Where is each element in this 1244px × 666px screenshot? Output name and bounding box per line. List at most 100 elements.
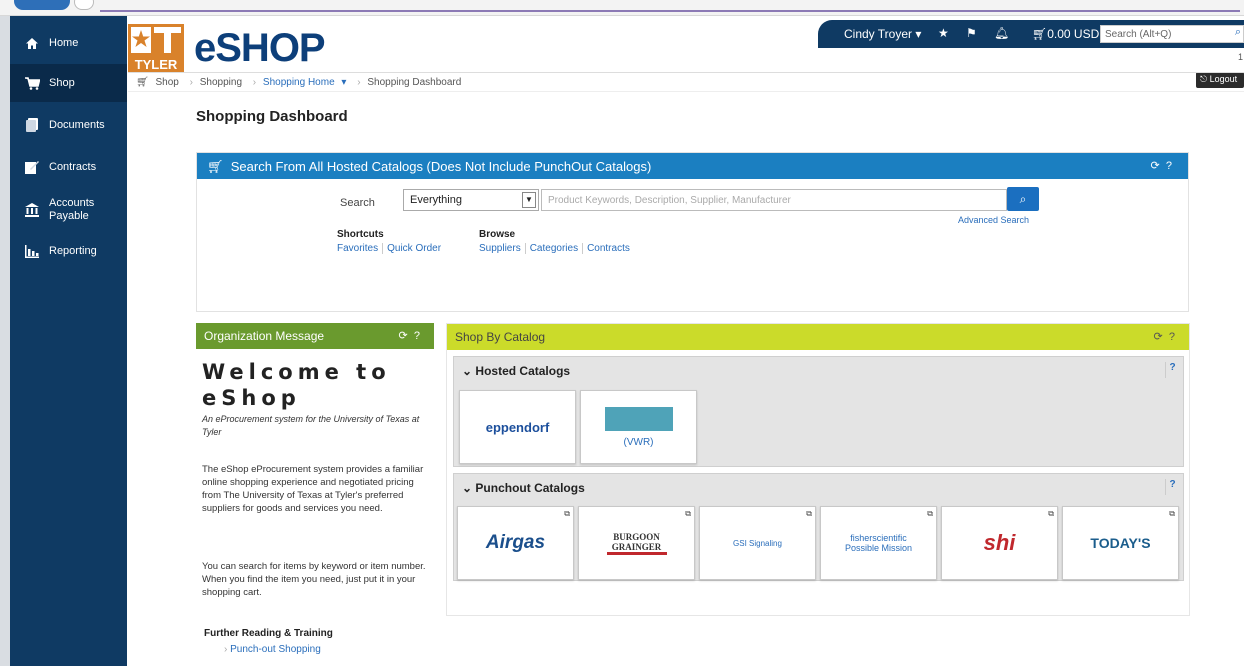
cart-icon: 🛒︎ xyxy=(1032,27,1048,41)
breadcrumb-shopping-home[interactable]: Shopping Home ▾ xyxy=(263,77,347,88)
refresh-icon[interactable]: ⟳ xyxy=(1151,160,1160,172)
browser-tab-pill[interactable] xyxy=(14,0,70,10)
cart-icon: 🛒︎ xyxy=(207,159,224,174)
breadcrumb-shopping-home-label: Shopping Home xyxy=(262,77,335,88)
punchout-icon: ⧉ xyxy=(806,509,812,518)
punchout-icon: ⧉ xyxy=(1169,509,1175,518)
global-search-input[interactable]: Search (Alt+Q) ⌕ xyxy=(1100,25,1244,43)
catalog-tile-shi[interactable]: ⧉ shi xyxy=(941,506,1058,580)
shop-by-catalog-panel: Shop By Catalog ⟳ ? ⌄ Hosted Catalogs? e… xyxy=(446,323,1190,616)
welcome-subtitle: An eProcurement system for the Universit… xyxy=(202,414,420,437)
refresh-icon[interactable]: ⟳ xyxy=(1154,331,1163,343)
help-icon[interactable]: ? xyxy=(1165,362,1179,378)
sidebar-item-label: Accounts Payable xyxy=(49,197,95,222)
airgas-logo: Airgas xyxy=(485,532,546,553)
search-scope-select[interactable]: Everything ▼ xyxy=(403,189,539,211)
help-icon[interactable]: ? xyxy=(1169,331,1175,343)
eshop-brand[interactable]: eSHOP xyxy=(194,24,326,72)
suppliers-link[interactable]: Suppliers xyxy=(479,243,526,254)
cart-icon: 🛒︎ xyxy=(136,77,149,88)
breadcrumb-shopping[interactable]: Shopping xyxy=(200,77,242,88)
help-icon[interactable]: ? xyxy=(1165,479,1179,495)
cart-button[interactable]: 🛒︎0.00 USD xyxy=(1032,27,1099,41)
contracts-link[interactable]: Contracts xyxy=(583,243,634,254)
documents-icon xyxy=(24,118,40,132)
sidebar-item-documents[interactable]: Documents xyxy=(10,108,127,142)
catalog-tile-fisher[interactable]: ⧉ fisherscientific Possible Mission xyxy=(820,506,937,580)
help-icon[interactable]: ? xyxy=(414,330,420,342)
punchout-shopping-link[interactable]: › Punch-out Shopping xyxy=(224,644,321,655)
browser-tab-circle[interactable] xyxy=(74,0,94,10)
punchout-icon: ⧉ xyxy=(685,509,691,518)
user-toolbar: Cindy Troyer ▾ ★ ⚑ 🔔︎ 🛒︎0.00 USD Search … xyxy=(818,20,1244,48)
star-icon[interactable]: ★ xyxy=(938,26,949,40)
search-button[interactable]: ⌕ xyxy=(1007,187,1039,211)
catalog-tile-todays[interactable]: ⧉ TODAY'S xyxy=(1062,506,1179,580)
global-search-placeholder: Search (Alt+Q) xyxy=(1105,29,1172,40)
catalog-panel-header: Shop By Catalog ⟳ ? xyxy=(447,324,1189,350)
organization-message-panel: Organization Message ⟳ ? Welcome to eSho… xyxy=(196,323,434,666)
chevron-down-icon: ⌄ xyxy=(462,364,473,378)
breadcrumb-separator: › xyxy=(357,77,361,88)
catalog-tile-grainger[interactable]: ⧉ BURGOON GRAINGER xyxy=(578,506,695,580)
catalog-search-input[interactable]: Product Keywords, Description, Supplier,… xyxy=(541,189,1007,211)
punchout-icon: ⧉ xyxy=(927,509,933,518)
org-message-paragraph: The eShop eProcurement system provides a… xyxy=(202,464,424,514)
org-panel-header: Organization Message ⟳ ? xyxy=(196,323,434,349)
hosted-catalogs-title: Hosted Catalogs xyxy=(475,364,571,378)
breadcrumb-shop[interactable]: Shop xyxy=(155,77,178,88)
sidebar: Home Shop Documents Contracts Accounts P… xyxy=(0,16,127,666)
quick-order-link[interactable]: Quick Order xyxy=(383,243,445,254)
breadcrumb-separator: › xyxy=(189,77,193,88)
sidebar-item-label: Documents xyxy=(49,118,105,131)
punchout-shopping-label: Punch-out Shopping xyxy=(230,644,321,655)
user-menu[interactable]: Cindy Troyer ▾ xyxy=(844,27,921,41)
sidebar-item-home[interactable]: Home xyxy=(10,26,127,60)
punchout-catalogs-header[interactable]: ⌄ Punchout Catalogs? xyxy=(454,474,1183,502)
catalog-tile-gsi[interactable]: ⧉ GSI Signaling xyxy=(699,506,816,580)
hosted-catalogs-section: ⌄ Hosted Catalogs? eppendorf (VWR) xyxy=(453,356,1184,467)
punchout-catalogs-title: Punchout Catalogs xyxy=(475,481,585,495)
sidebar-item-accounts-payable[interactable]: Accounts Payable xyxy=(10,192,127,228)
advanced-search-link[interactable]: Advanced Search xyxy=(958,215,1029,225)
sidebar-item-shop[interactable]: Shop xyxy=(10,64,127,102)
top-divider-line xyxy=(100,10,1240,12)
punchout-icon: ⧉ xyxy=(564,509,570,518)
sidebar-item-reporting[interactable]: Reporting xyxy=(10,234,127,268)
vwr-label: (VWR) xyxy=(623,436,654,448)
bullet-icon: › xyxy=(224,644,228,655)
catalog-tile-vwr[interactable]: (VWR) xyxy=(580,390,697,464)
refresh-icon[interactable]: ⟳ xyxy=(399,330,408,342)
shortcuts-title: Shortcuts xyxy=(337,229,384,240)
catalog-tile-eppendorf[interactable]: eppendorf xyxy=(459,390,576,464)
flag-icon[interactable]: ⚑ xyxy=(966,26,977,40)
hosted-catalogs-header[interactable]: ⌄ Hosted Catalogs? xyxy=(454,357,1183,385)
catalog-tile-airgas[interactable]: ⧉ Airgas xyxy=(457,506,574,580)
cart-total: 0.00 USD xyxy=(1047,27,1100,41)
browser-top-strip xyxy=(0,0,1244,16)
shortcuts-links: Favorites Quick Order xyxy=(337,243,445,254)
welcome-heading: Welcome to eShop xyxy=(202,360,391,410)
sidebar-left-edge xyxy=(0,16,10,666)
shi-logo: shi xyxy=(983,530,1016,555)
sidebar-item-label: Reporting xyxy=(49,244,97,257)
favorites-link[interactable]: Favorites xyxy=(337,243,384,254)
bell-icon[interactable]: 🔔︎ xyxy=(994,26,1009,40)
search-label: Search xyxy=(340,197,375,209)
contracts-icon xyxy=(24,160,40,174)
catalog-panel-title: Shop By Catalog xyxy=(455,330,546,344)
search-panel-header: 🛒︎ Search From All Hosted Catalogs (Does… xyxy=(197,153,1188,179)
cart-icon xyxy=(24,76,40,90)
ut-tyler-logo[interactable]: TYLER xyxy=(128,24,184,72)
gsi-logo: GSI Signaling xyxy=(733,538,782,548)
browse-links: Suppliers Categories Contracts xyxy=(479,243,634,254)
search-icon[interactable]: ⌕ xyxy=(1235,26,1241,39)
sidebar-item-contracts[interactable]: Contracts xyxy=(10,150,127,184)
vwr-logo-image xyxy=(604,406,673,431)
fisher-logo: fisherscientific Possible Mission xyxy=(844,533,913,553)
eppendorf-logo: eppendorf xyxy=(485,419,550,435)
todays-logo: TODAY'S xyxy=(1090,535,1151,551)
sidebar-item-label: Home xyxy=(49,36,79,49)
categories-link[interactable]: Categories xyxy=(525,243,584,254)
help-icon[interactable]: ? xyxy=(1166,160,1172,172)
